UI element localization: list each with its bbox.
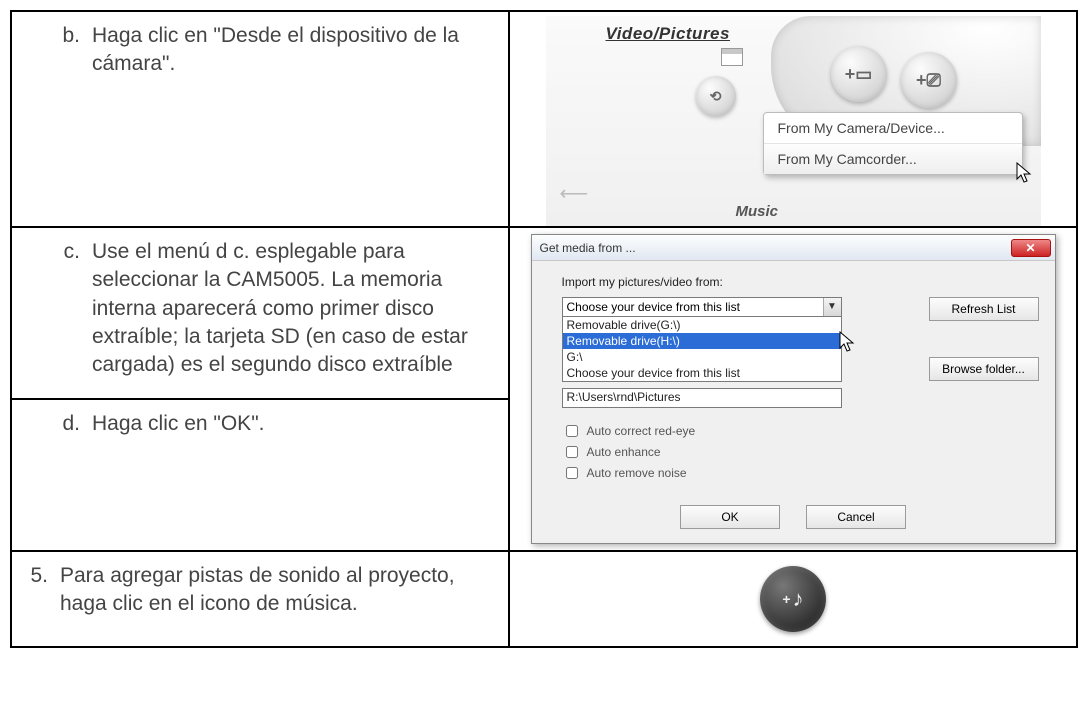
menu-from-camera[interactable]: From My Camera/Device... (764, 113, 1022, 144)
checkbox-redeye[interactable] (566, 425, 578, 437)
row-b: b. Haga clic en "Desde el dispositivo de… (12, 12, 1076, 228)
panel-title: Video/Pictures (606, 24, 730, 44)
instruction-b: b. Haga clic en "Desde el dispositivo de… (12, 12, 508, 89)
device-combo-input[interactable] (563, 298, 823, 316)
row-5: 5. Para agregar pistas de sonido al proy… (12, 552, 1076, 646)
text-c: Use el menú d c. esplegable para selecci… (92, 238, 490, 388)
check-redeye[interactable]: Auto correct red-eye (562, 422, 1039, 440)
cursor-icon (1015, 162, 1035, 184)
marker-5: 5. (30, 562, 60, 619)
option-g[interactable]: G:\ (563, 349, 841, 365)
refresh-button[interactable]: Refresh List (929, 297, 1039, 321)
round-button-1[interactable]: ⟲ (696, 76, 736, 116)
chevron-down-icon[interactable]: ▼ (823, 298, 841, 316)
instruction-c: c. Use el menú d c. esplegable para sele… (12, 228, 508, 398)
device-combo[interactable]: ▼ (562, 297, 842, 317)
text-5: Para agregar pistas de sonido al proyect… (60, 562, 490, 619)
checkbox-enhance[interactable] (566, 446, 578, 458)
path-field[interactable]: R:\Users\rnd\Pictures (562, 388, 842, 408)
music-note-icon: ♪ (793, 586, 804, 612)
music-label: Music (736, 203, 779, 220)
plus-film-icon: +▭ (845, 64, 873, 85)
video-pictures-panel: Video/Pictures ⟲ +▭ +⎚ ⟵ From My Camera/… (546, 16, 1041, 226)
plus-icon: + (782, 591, 790, 607)
instruction-table: b. Haga clic en "Desde el dispositivo de… (10, 10, 1078, 648)
check-noise[interactable]: Auto remove noise (562, 464, 1039, 482)
add-device-button[interactable]: +⎚ (901, 52, 957, 108)
import-label: Import my pictures/video from: (562, 275, 1039, 289)
marker-b: b. (52, 22, 92, 79)
instruction-5: 5. Para agregar pistas de sonido al proy… (12, 552, 508, 629)
context-menu: From My Camera/Device... From My Camcord… (763, 112, 1023, 175)
marker-d: d. (52, 410, 92, 540)
browse-button[interactable]: Browse folder... (929, 357, 1039, 381)
option-removable-g[interactable]: Removable drive(G:\) (563, 317, 841, 333)
row-cd: c. Use el menú d c. esplegable para sele… (12, 228, 1076, 552)
menu-from-camcorder[interactable]: From My Camcorder... (764, 144, 1022, 174)
option-choose[interactable]: Choose your device from this list (563, 365, 841, 381)
arrow-left-icon: ⟵ (560, 181, 589, 206)
check-enhance[interactable]: Auto enhance (562, 443, 1039, 461)
add-music-button[interactable]: + ♪ (760, 566, 826, 632)
cursor-icon (838, 331, 858, 353)
dialog-title: Get media from ... (540, 241, 1011, 255)
text-d: Haga clic en "OK". (92, 410, 490, 540)
get-media-dialog: Get media from ... ✕ Import my pictures/… (531, 234, 1056, 544)
marker-c: c. (52, 238, 92, 388)
checkbox-noise[interactable] (566, 467, 578, 479)
device-listbox[interactable]: Removable drive(G:\) Removable drive(H:\… (562, 317, 842, 382)
dialog-titlebar: Get media from ... ✕ (532, 235, 1055, 261)
plus-usb-icon: +⎚ (916, 70, 941, 91)
instruction-d: d. Haga clic en "OK". (12, 400, 508, 550)
window-icon (721, 48, 743, 66)
cancel-button[interactable]: Cancel (806, 505, 906, 529)
add-video-button[interactable]: +▭ (831, 46, 887, 102)
text-b: Haga clic en "Desde el dispositivo de la… (92, 22, 490, 79)
option-removable-h[interactable]: Removable drive(H:\) (563, 333, 841, 349)
close-button[interactable]: ✕ (1011, 239, 1051, 257)
ok-button[interactable]: OK (680, 505, 780, 529)
